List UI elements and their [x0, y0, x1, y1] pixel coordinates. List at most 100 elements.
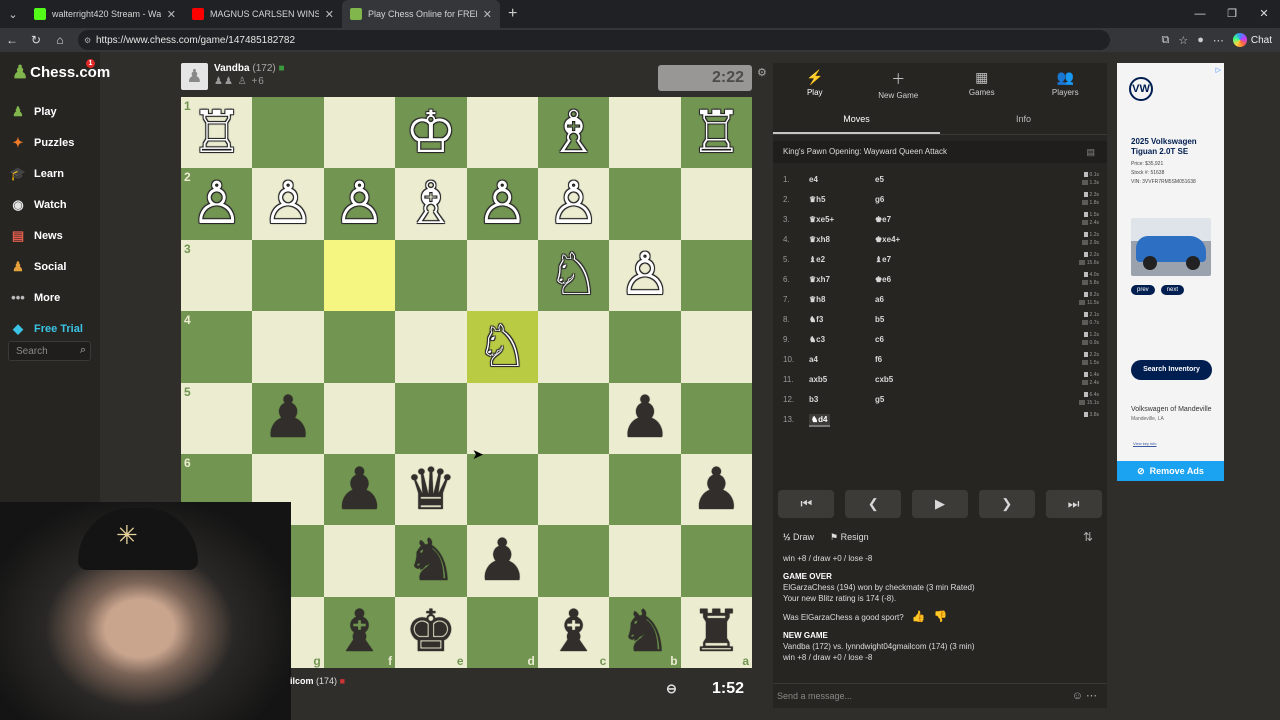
black-queen-icon[interactable]: ♛ [405, 460, 457, 519]
sidebar-item-social[interactable]: ♟ Social [10, 251, 95, 282]
board-square[interactable]: ♙ [466, 168, 538, 240]
black-move[interactable]: f6 [875, 355, 941, 364]
avatar[interactable]: ♟ [181, 63, 208, 90]
resign-button[interactable]: ⚑ Resign [830, 532, 869, 543]
black-pawn-icon[interactable]: ♟ [619, 389, 671, 447]
bottom-player-name[interactable]: ilcom [290, 676, 314, 686]
next-move-button[interactable]: ❯ [978, 490, 1035, 518]
first-move-button[interactable]: ⏮ [778, 490, 835, 518]
home-icon[interactable]: ⌂ [48, 33, 72, 47]
close-window-icon[interactable]: ✕ [1248, 0, 1280, 28]
board-square[interactable] [609, 97, 681, 169]
board-square[interactable] [680, 311, 752, 383]
board-square[interactable] [537, 453, 610, 526]
chat-message-input[interactable]: Send a message... ☺ ⋯ [773, 683, 1107, 707]
reload-icon[interactable]: ↻ [24, 33, 48, 47]
board-square[interactable] [395, 382, 467, 454]
board-square[interactable]: ♟ [680, 453, 752, 526]
sidebar-search-input[interactable]: Search ⌕ [8, 341, 91, 361]
board-square[interactable] [252, 97, 324, 169]
profile-icon[interactable]: ● [1197, 34, 1204, 46]
board-square[interactable]: c ♝ [537, 596, 610, 668]
chesscom-logo[interactable]: ♟ Chess.com 1 [12, 59, 110, 83]
browser-tab-chess[interactable]: Play Chess Online for FREE - 2 ✕ [342, 0, 500, 28]
black-move[interactable]: e5 [875, 175, 941, 184]
board-square[interactable]: ♟ [252, 382, 324, 454]
board-square[interactable] [680, 239, 752, 312]
white-pawn-icon[interactable]: ♙ [548, 175, 600, 233]
black-move[interactable]: ♚e6 [875, 275, 941, 284]
board-square[interactable]: ♟ [466, 525, 538, 597]
board-square[interactable] [609, 453, 681, 526]
sidebar-item-learn[interactable]: 🎓 Learn [10, 158, 95, 189]
sidebar-item-free-trial[interactable]: ◆ Free Trial [10, 313, 95, 344]
browser-tab-kick[interactable]: walterright420 Stream - Watch Liv ✕ [26, 0, 184, 28]
white-pawn-icon[interactable]: ♙ [333, 175, 385, 233]
ad-next-button[interactable]: next [1160, 285, 1185, 295]
black-move[interactable]: ♚e7 [875, 215, 941, 224]
black-knight-icon[interactable]: ♞ [405, 531, 457, 590]
white-rook-icon[interactable]: ♖ [191, 103, 243, 162]
white-move[interactable]: ♞f3 [809, 315, 875, 324]
board-square[interactable] [609, 525, 681, 597]
key-info-link[interactable]: View key info [1133, 441, 1157, 446]
extensions-icon[interactable]: ⧉ [1161, 34, 1169, 47]
menu-icon[interactable]: ⋯ [1213, 34, 1224, 47]
white-move[interactable]: ♛h8 [809, 295, 875, 304]
board-square[interactable]: 5 [181, 382, 253, 454]
black-king-icon[interactable]: ♚ [405, 603, 457, 661]
close-tab-icon[interactable]: ✕ [325, 8, 334, 21]
sidebar-item-more[interactable]: ••• More [10, 282, 95, 313]
board-square[interactable]: ♙ [252, 168, 324, 240]
board-square[interactable]: ♘ [466, 311, 538, 383]
browser-tab-youtube[interactable]: MAGNUS CARLSEN WINS WORLD ✕ [184, 0, 342, 28]
close-tab-icon[interactable]: ✕ [483, 8, 492, 21]
white-move[interactable]: ♞c3 [809, 335, 875, 344]
board-square[interactable] [323, 311, 396, 383]
white-knight-icon[interactable]: ♘ [548, 246, 600, 304]
board-square[interactable]: ♔ [395, 97, 467, 169]
flip-board-icon[interactable]: ⇅ [1083, 530, 1093, 544]
black-move[interactable]: ♝e7 [875, 255, 941, 264]
white-move[interactable]: a4 [809, 355, 875, 364]
board-square[interactable]: b ♞ [609, 596, 681, 668]
board-square[interactable]: ♗ [537, 97, 610, 169]
board-square[interactable] [252, 311, 324, 383]
board-square[interactable] [252, 239, 324, 312]
tab-players[interactable]: 👥 Players [1024, 63, 1108, 103]
white-move[interactable]: ♞d4 [809, 413, 875, 427]
black-knight-icon[interactable]: ♞ [619, 603, 671, 661]
maximize-icon[interactable]: ❐ [1216, 0, 1248, 28]
board-square[interactable]: ♟ [609, 382, 681, 454]
board-square[interactable] [609, 311, 681, 383]
white-pawn-icon[interactable]: ♙ [476, 175, 528, 233]
black-pawn-icon[interactable]: ♟ [262, 389, 314, 447]
tab-moves[interactable]: Moves [773, 103, 940, 134]
last-move-button[interactable]: ⏭ [1045, 490, 1102, 518]
thumbs-up-icon[interactable]: 👍 [912, 612, 926, 623]
board-square[interactable] [323, 239, 396, 312]
board-square[interactable]: ♛ [395, 453, 467, 526]
black-move[interactable]: g6 [875, 195, 941, 204]
board-square[interactable]: ♙ [323, 168, 396, 240]
ad-choices-icon[interactable]: ▷ [1216, 66, 1221, 74]
tab-new-game[interactable]: ＋ New Game [857, 63, 941, 103]
board-square[interactable]: ♗ [395, 168, 467, 240]
book-icon[interactable]: ▤ [1086, 141, 1095, 163]
board-square[interactable]: 4 [181, 311, 253, 383]
close-tab-icon[interactable]: ✕ [167, 8, 176, 21]
white-move[interactable]: axb5 [809, 375, 875, 384]
white-move[interactable]: ♛xe5+ [809, 215, 875, 224]
white-move[interactable]: ♝e2 [809, 255, 875, 264]
copilot-chat-button[interactable]: Chat [1232, 33, 1272, 47]
board-square[interactable]: f ♝ [323, 596, 396, 668]
board-square[interactable]: ♖ [680, 97, 752, 169]
black-pawn-icon[interactable]: ♟ [333, 460, 385, 519]
board-square[interactable]: 3 [181, 239, 253, 312]
ad-prev-button[interactable]: prev [1131, 285, 1155, 295]
board-square[interactable] [537, 382, 610, 454]
tab-play[interactable]: ⚡ Play [773, 63, 857, 103]
search-icon[interactable]: ⌕ [80, 344, 86, 357]
black-move[interactable]: g5 [875, 395, 941, 404]
minimize-icon[interactable]: — [1184, 0, 1216, 28]
